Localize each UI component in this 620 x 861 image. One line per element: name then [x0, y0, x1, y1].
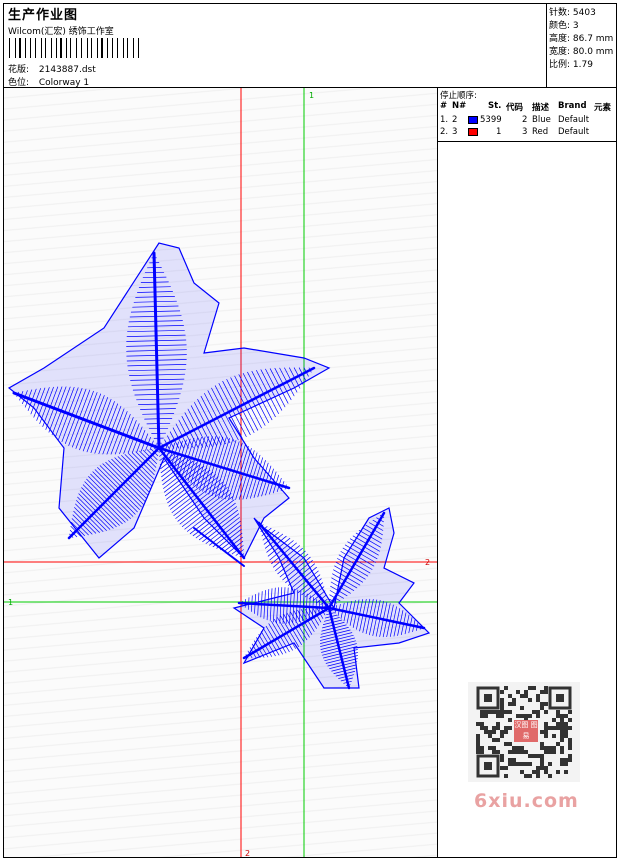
colorway-row: 色位: Colorway 1 [8, 75, 89, 88]
qr-code-watermark: 汉图 图易 [468, 682, 580, 782]
stop-sequence-title: 停止顺序: [440, 91, 477, 101]
stop-row-needle: 2 [452, 115, 458, 125]
green-guide-label-left: 1 [8, 598, 13, 607]
color-swatch-red [468, 128, 478, 136]
stop-row-index: 2. [440, 127, 449, 137]
colorway-name: Colorway 1 [38, 78, 90, 88]
col-needle: N# [452, 101, 467, 111]
col-brand: Brand [558, 101, 587, 111]
worksheet-header: 生产作业图 Wilcom(汇宏) 绣饰工作室 花版: 2143887.dst 色… [4, 4, 547, 88]
red-guide-label-bottom: 2 [245, 849, 250, 857]
watermark-site-logo: 6xiu.com [474, 790, 579, 812]
green-guide-label-top: 1 [309, 91, 314, 100]
qr-stamp: 汉图 图易 [514, 720, 538, 742]
red-guide-label-right: 2 [425, 558, 430, 567]
col-desc: 描述 [532, 103, 550, 113]
design-height: 高度: 86.7 mm [549, 34, 614, 44]
col-index: # [440, 101, 448, 111]
color-count: 颜色: 3 [549, 21, 579, 31]
design-file-row: 花版: 2143887.dst [8, 62, 96, 75]
design-stats: 针数: 5403 颜色: 3 高度: 86.7 mm 宽度: 80.0 mm 比… [546, 4, 616, 88]
design-label: 花版: [8, 65, 30, 75]
stop-row-stitches: 1 [496, 127, 502, 137]
stop-row-brand: Default [558, 127, 590, 137]
page-title: 生产作业图 [8, 8, 79, 23]
stop-row-needle: 3 [452, 127, 458, 137]
stop-row-brand: Default [558, 115, 590, 125]
color-swatch-blue [468, 116, 478, 124]
stitch-count: 针数: 5403 [549, 8, 596, 18]
scale-ratio: 比例: 1.79 [549, 60, 593, 70]
design-file-name: 2143887.dst [38, 65, 96, 75]
stop-row-code: 2 [522, 115, 528, 125]
barcode [9, 38, 139, 58]
colorway-label: 色位: [8, 78, 30, 88]
col-element: 元素 [594, 103, 612, 113]
stop-row-index: 1. [440, 115, 449, 125]
stop-row-stitches: 5399 [480, 115, 502, 125]
studio-name: Wilcom(汇宏) 绣饰工作室 [8, 27, 114, 37]
large-leaf-embroidery [7, 242, 331, 567]
stop-row-desc: Red [532, 127, 549, 137]
design-canvas: 1 1 2 2 [4, 88, 438, 857]
stop-row-desc: Blue [532, 115, 551, 125]
design-preview: 1 1 2 2 [4, 88, 437, 857]
design-width: 宽度: 80.0 mm [549, 47, 614, 57]
stop-sequence-panel: 停止顺序: # N# St. 代码 描述 Brand 元素 1. 2 5399 … [438, 88, 616, 142]
stop-row-code: 3 [522, 127, 528, 137]
col-stitches: St. [488, 101, 502, 111]
col-code: 代码 [506, 103, 524, 113]
small-leaf-embroidery [232, 507, 431, 690]
